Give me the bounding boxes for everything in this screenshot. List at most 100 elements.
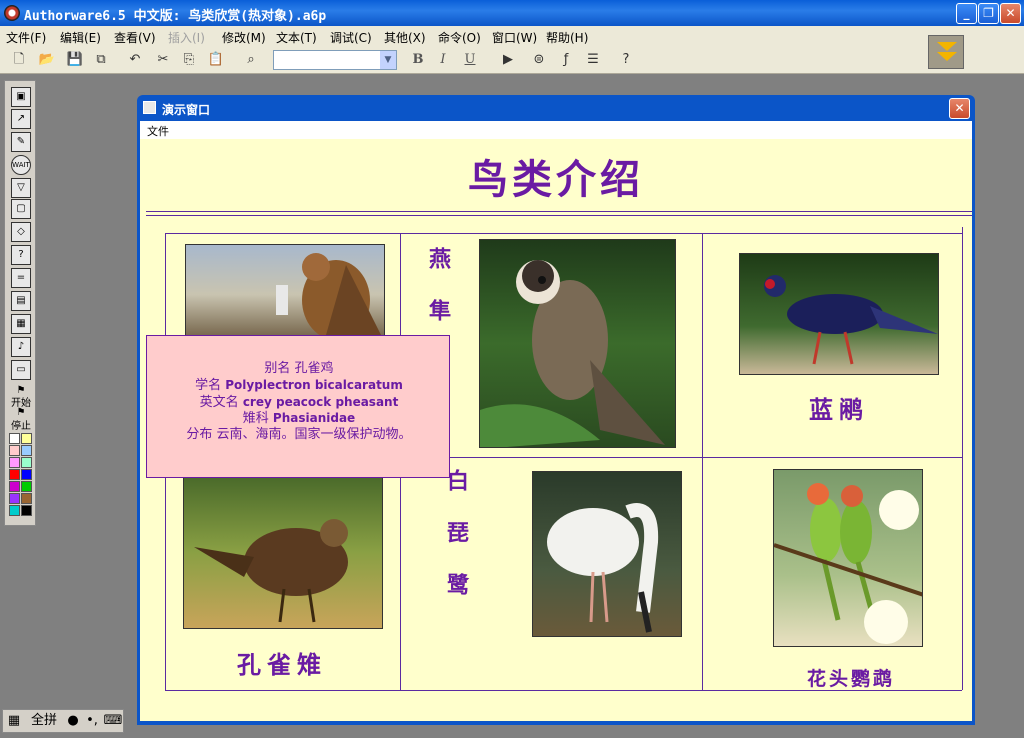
- label-parakeet: 花头鹦鹉: [807, 668, 896, 690]
- bird-photo-parakeet[interactable]: [773, 469, 923, 647]
- display-icon[interactable]: ▣: [11, 87, 31, 107]
- color-swatch[interactable]: [9, 505, 20, 516]
- bold-icon[interactable]: B: [409, 51, 427, 69]
- menu-edit[interactable]: 编辑(E): [60, 29, 101, 46]
- menu-modify[interactable]: 修改(M): [222, 29, 266, 46]
- toolbar: 🗋 📂 💾 ⧉ ↶ ✂ ⎘ 📋 ⌕ B I U ▶ ⊜ ƒ ☰ ?: [0, 46, 1024, 74]
- title-divider-top: [146, 211, 972, 212]
- icon-palette: ▣ ↗ ✎ WAIT ▽ ▢ ◇ ? = ▤ ▦ ♪ ▭ ⚑ 开始 ⚑ 停止: [4, 80, 36, 526]
- page-title: 鸟类介绍: [468, 156, 644, 203]
- color-swatch[interactable]: [21, 469, 32, 480]
- knowledge-objects-button[interactable]: [928, 35, 964, 69]
- spoonbill-illustration: [547, 503, 659, 633]
- variables-icon[interactable]: ☰: [584, 51, 602, 69]
- menu-insert[interactable]: 插入(I): [168, 29, 205, 46]
- authorware-app-icon[interactable]: [4, 5, 20, 21]
- copy-icon[interactable]: ⎘: [180, 51, 198, 69]
- menu-xtras[interactable]: 其他(X): [384, 29, 426, 46]
- popup-distribution: 分布 云南、海南。国家一级保护动物。: [186, 427, 412, 442]
- color-swatch[interactable]: [21, 433, 32, 444]
- text-style-dropdown[interactable]: ▼: [273, 50, 397, 70]
- digital-movie-icon[interactable]: ▦: [11, 314, 31, 334]
- presentation-close-button[interactable]: ✕: [949, 98, 970, 119]
- menu-window[interactable]: 窗口(W): [492, 29, 537, 46]
- presentation-title: 演示窗口: [162, 103, 211, 117]
- ime-status-bar: ▦ 全拼 ● •, ⌨: [2, 709, 124, 733]
- help-pointer-icon[interactable]: ?: [617, 51, 635, 69]
- color-swatch[interactable]: [9, 481, 20, 492]
- popup-sci-name: Polyplectron bicalcaratum: [225, 378, 403, 392]
- blue-pheasant-illustration: [764, 275, 938, 365]
- find-icon[interactable]: ⌕: [242, 51, 260, 69]
- sound-icon[interactable]: ♪: [11, 337, 31, 357]
- control-panel-icon[interactable]: ⊜: [530, 51, 548, 69]
- calculation-icon[interactable]: =: [11, 268, 31, 288]
- grid-line-col2: [702, 233, 703, 690]
- functions-icon[interactable]: ƒ: [557, 51, 575, 69]
- label-peacock-pheasant: 孔雀雉: [237, 650, 327, 679]
- interaction-icon[interactable]: ?: [11, 245, 31, 265]
- presentation-menubar: 文件: [140, 121, 972, 139]
- map-icon[interactable]: ▤: [11, 291, 31, 311]
- chevron-down-icon: [937, 42, 957, 51]
- label-blue-pheasant: 蓝鹇: [809, 395, 869, 424]
- presentation-window: 演示窗口 ✕ 文件 鸟类介绍 燕隼 蓝鹇 孔雀雉 白琵鹭 花头鹦鹉 别名 孔雀鸡…: [137, 95, 975, 725]
- ime-logo-icon[interactable]: ▦: [5, 712, 23, 730]
- presentation-menu-file[interactable]: 文件: [147, 123, 169, 139]
- paste-icon[interactable]: 📋: [207, 51, 225, 69]
- color-swatch[interactable]: [9, 457, 20, 468]
- framework-icon[interactable]: ▢: [11, 199, 31, 219]
- soft-keyboard-icon[interactable]: ⌨: [103, 712, 123, 730]
- menu-view[interactable]: 查看(V): [114, 29, 156, 46]
- menubar: 文件(F) 编辑(E) 查看(V) 插入(I) 修改(M) 文本(T) 调试(C…: [0, 26, 1024, 46]
- ime-punctuation[interactable]: •,: [83, 712, 101, 730]
- italic-icon[interactable]: I: [434, 51, 452, 69]
- presentation-stage: 鸟类介绍 燕隼 蓝鹇 孔雀雉 白琵鹭 花头鹦鹉 别名 孔雀鸡 学名 Polypl…: [140, 139, 972, 721]
- bird-photo-spoonbill[interactable]: [532, 471, 682, 637]
- close-button[interactable]: ✕: [1000, 3, 1021, 24]
- minimize-button[interactable]: _: [956, 3, 977, 24]
- menu-file[interactable]: 文件(F): [6, 29, 46, 46]
- restore-button[interactable]: ❐: [978, 3, 999, 24]
- ime-fullwidth-icon[interactable]: ●: [65, 712, 81, 730]
- video-icon[interactable]: ▭: [11, 360, 31, 380]
- cut-icon[interactable]: ✂: [154, 51, 172, 69]
- decision-icon[interactable]: ◇: [11, 222, 31, 242]
- erase-icon[interactable]: ✎: [11, 132, 31, 152]
- hawk-illustration: [276, 253, 381, 335]
- run-icon[interactable]: ▶: [499, 51, 517, 69]
- app-title: Authorware6.5 中文版: 鸟类欣赏(热对象).a6p: [24, 9, 327, 24]
- bird-photo-hawk[interactable]: [185, 244, 385, 336]
- open-icon[interactable]: 📂: [38, 51, 56, 69]
- menu-help[interactable]: 帮助(H): [546, 29, 588, 46]
- navigate-icon[interactable]: ▽: [11, 178, 31, 198]
- new-icon[interactable]: 🗋: [10, 51, 28, 69]
- color-swatch[interactable]: [21, 457, 32, 468]
- bird-photo-swallow-falcon[interactable]: [479, 239, 676, 448]
- chevron-down-icon[interactable]: ▼: [380, 51, 396, 69]
- menu-debug[interactable]: 调试(C): [330, 29, 372, 46]
- color-swatch[interactable]: [21, 505, 32, 516]
- color-swatch[interactable]: [9, 493, 20, 504]
- undo-icon[interactable]: ↶: [126, 51, 144, 69]
- bird-info-popup: 别名 孔雀鸡 学名 Polyplectron bicalcaratum 英文名 …: [146, 335, 450, 478]
- menu-commands[interactable]: 命令(O): [438, 29, 481, 46]
- import-icon[interactable]: ⧉: [92, 51, 110, 69]
- color-swatch[interactable]: [9, 445, 20, 456]
- save-all-icon[interactable]: 💾: [66, 51, 84, 69]
- chevron-down-icon: [937, 52, 957, 61]
- color-swatch[interactable]: [9, 433, 20, 444]
- menu-text[interactable]: 文本(T): [276, 29, 317, 46]
- color-swatch[interactable]: [9, 469, 20, 480]
- label-spoonbill: 白琵鹭: [443, 469, 469, 625]
- ime-mode[interactable]: 全拼: [25, 712, 63, 730]
- color-swatch[interactable]: [21, 445, 32, 456]
- bird-photo-peacock-pheasant[interactable]: [183, 476, 383, 629]
- color-swatch[interactable]: [21, 493, 32, 504]
- wait-icon[interactable]: WAIT: [11, 155, 31, 175]
- presentation-window-icon: [143, 101, 156, 114]
- bird-photo-blue-pheasant[interactable]: [739, 253, 939, 375]
- underline-icon[interactable]: U: [461, 51, 479, 69]
- color-swatch[interactable]: [21, 481, 32, 492]
- motion-icon[interactable]: ↗: [11, 109, 31, 129]
